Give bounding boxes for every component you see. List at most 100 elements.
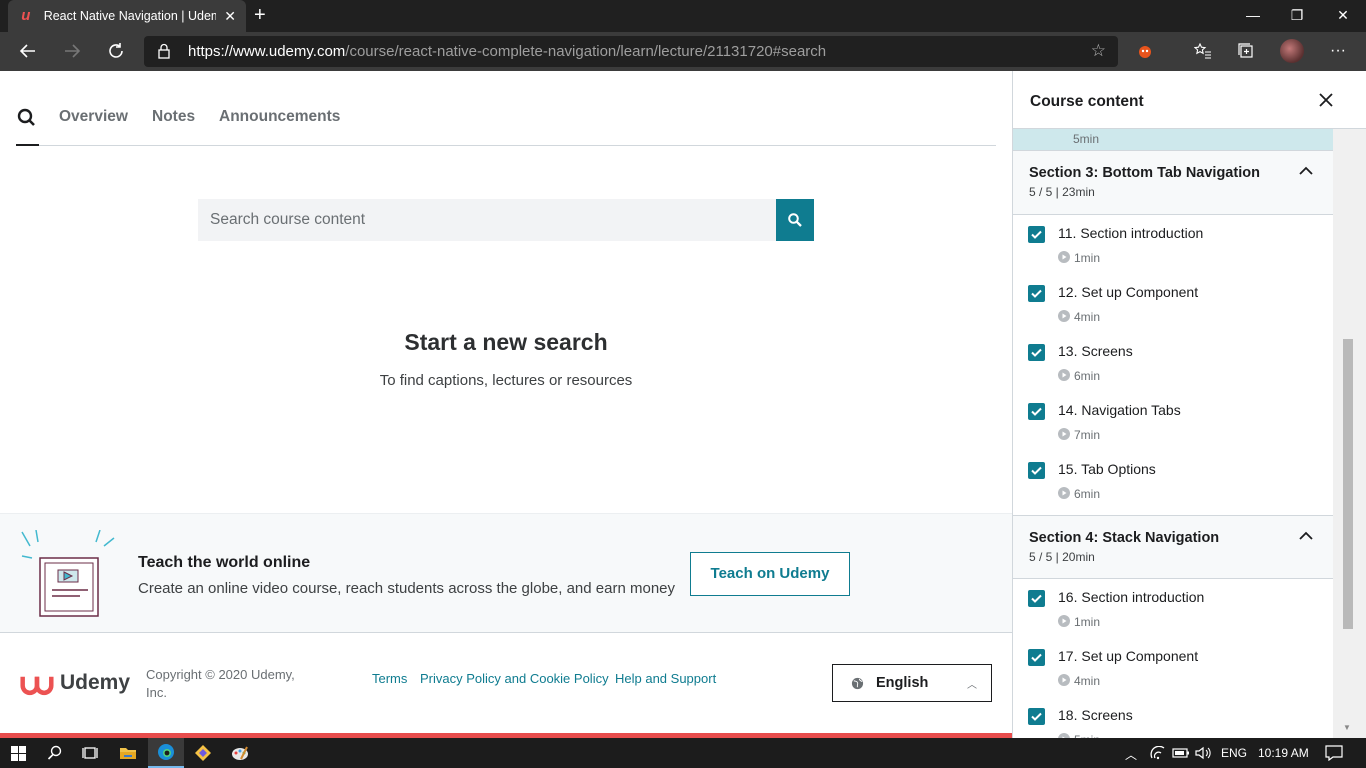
play-circle-icon xyxy=(1058,428,1070,440)
tab-overview[interactable]: Overview xyxy=(59,108,128,126)
teach-description: Create an online video course, reach stu… xyxy=(138,580,675,597)
favorite-star-icon[interactable]: ☆ xyxy=(1091,41,1106,61)
lecture-title: 16. Section introduction xyxy=(1058,589,1205,605)
extension-icon[interactable] xyxy=(1125,32,1165,71)
lecture-duration: 1min xyxy=(1074,251,1101,265)
refresh-button[interactable] xyxy=(94,32,138,71)
completed-checkbox[interactable] xyxy=(1028,462,1045,479)
lecture-duration: 6min xyxy=(1074,487,1101,501)
scroll-down-arrow-icon[interactable]: ▼ xyxy=(1343,723,1351,732)
close-icon[interactable] xyxy=(1317,91,1335,109)
tab-announcements[interactable]: Announcements xyxy=(219,108,340,126)
more-menu-icon[interactable]: ··· xyxy=(1318,32,1358,71)
favorites-icon[interactable] xyxy=(1183,32,1223,71)
lecture-item[interactable]: 15. Tab Options 6min xyxy=(1013,451,1333,510)
play-circle-icon xyxy=(1058,251,1070,263)
lecture-item[interactable]: 11. Section introduction 1min xyxy=(1013,215,1333,274)
input-language[interactable]: ENG xyxy=(1221,746,1247,760)
privacy-policy-link[interactable]: Privacy Policy and Cookie Policy xyxy=(420,671,609,686)
browser-tab[interactable]: u React Native Navigation | Udemy ✕ xyxy=(8,0,246,32)
edge-browser-icon[interactable] xyxy=(148,738,184,768)
course-search xyxy=(198,199,814,241)
wifi-icon[interactable] xyxy=(1150,746,1166,760)
empty-state-title: Start a new search xyxy=(404,329,608,355)
section-title: Section 4: Stack Navigation xyxy=(1029,530,1220,546)
lecture-duration: 7min xyxy=(1074,428,1101,442)
git-app-icon[interactable] xyxy=(185,738,221,768)
previous-lecture-strip[interactable]: 5min xyxy=(1013,129,1333,151)
system-clock[interactable]: 10:19 AM xyxy=(1258,746,1309,760)
taskbar-search-icon[interactable] xyxy=(37,738,73,768)
logo-text: Udemy xyxy=(59,671,130,694)
lecture-item[interactable]: 12. Set up Component 4min xyxy=(1013,274,1333,333)
section-header[interactable]: Section 4: Stack Navigation 5 / 5 | 20mi… xyxy=(1013,515,1333,579)
lecture-duration: 6min xyxy=(1074,369,1101,383)
file-explorer-icon[interactable] xyxy=(110,738,146,768)
lecture-title: 13. Screens xyxy=(1058,343,1133,359)
search-submit-button[interactable] xyxy=(776,199,814,241)
completed-checkbox[interactable] xyxy=(1028,285,1045,302)
volume-icon[interactable] xyxy=(1195,746,1211,760)
completed-checkbox[interactable] xyxy=(1028,403,1045,420)
teach-on-udemy-button[interactable]: Teach on Udemy xyxy=(690,552,850,596)
notifications-icon[interactable] xyxy=(1325,745,1343,761)
search-tab-icon[interactable] xyxy=(16,107,38,129)
completed-checkbox[interactable] xyxy=(1028,344,1045,361)
play-circle-icon xyxy=(1058,615,1070,627)
sidebar-scrollbar[interactable]: ▲ ▼ xyxy=(1333,71,1366,738)
lecture-duration: 4min xyxy=(1074,674,1101,688)
play-circle-icon xyxy=(1058,674,1070,686)
chevron-up-icon xyxy=(1299,531,1313,540)
active-tab-indicator xyxy=(16,144,39,146)
minimize-button[interactable]: — xyxy=(1230,0,1276,32)
scrollbar-thumb[interactable] xyxy=(1343,339,1353,629)
lecture-title: 18. Screens xyxy=(1058,707,1133,723)
battery-icon[interactable] xyxy=(1172,747,1190,759)
lecture-duration: 4min xyxy=(1074,310,1101,324)
address-bar[interactable]: https://www.udemy.com/course/react-nativ… xyxy=(144,36,1118,67)
completed-checkbox[interactable] xyxy=(1028,590,1045,607)
sidebar-title: Course content xyxy=(1030,93,1144,110)
play-circle-icon xyxy=(1058,487,1070,499)
lock-icon xyxy=(158,43,170,59)
section-meta: 5 / 5 | 23min xyxy=(1029,185,1095,199)
help-support-link[interactable]: Help and Support xyxy=(615,671,716,686)
course-tabs: Overview Notes Announcements xyxy=(16,71,996,146)
tab-notes[interactable]: Notes xyxy=(152,108,195,126)
close-window-button[interactable]: ✕ xyxy=(1320,0,1366,32)
maximize-button[interactable]: ❐ xyxy=(1274,0,1320,32)
prev-duration: 5min xyxy=(1073,132,1100,146)
lecture-item[interactable]: 18. Screens 5min xyxy=(1013,697,1333,738)
back-button[interactable] xyxy=(6,32,50,71)
udemy-logo[interactable]: Udemy xyxy=(20,667,130,699)
lecture-duration: 1min xyxy=(1074,615,1101,629)
completed-checkbox[interactable] xyxy=(1028,649,1045,666)
windows-start-icon[interactable] xyxy=(0,738,36,768)
search-input[interactable] xyxy=(198,199,776,241)
paint-app-icon[interactable] xyxy=(222,738,258,768)
completed-checkbox[interactable] xyxy=(1028,708,1045,725)
search-icon xyxy=(788,213,802,227)
new-tab-button[interactable]: + xyxy=(254,4,272,26)
language-selector[interactable]: English ︿ xyxy=(832,664,992,702)
url-text: https://www.udemy.com/course/react-nativ… xyxy=(188,43,827,60)
forward-button[interactable] xyxy=(50,32,94,71)
section-title: Section 3: Bottom Tab Navigation xyxy=(1029,165,1260,181)
profile-avatar[interactable] xyxy=(1280,39,1304,63)
chevron-up-icon xyxy=(1299,166,1313,175)
collections-icon[interactable] xyxy=(1226,32,1266,71)
lecture-item[interactable]: 17. Set up Component 4min xyxy=(1013,638,1333,697)
task-view-icon[interactable] xyxy=(72,738,108,768)
section-meta: 5 / 5 | 20min xyxy=(1029,550,1095,564)
main-content: Overview Notes Announcements Start a new… xyxy=(0,71,1012,733)
completed-checkbox[interactable] xyxy=(1028,226,1045,243)
lecture-item[interactable]: 16. Section introduction 1min xyxy=(1013,579,1333,638)
lecture-item[interactable]: 13. Screens 6min xyxy=(1013,333,1333,392)
section-header[interactable]: Section 3: Bottom Tab Navigation 5 / 5 |… xyxy=(1013,151,1333,215)
sidebar-scroll-area[interactable]: 5min Section 3: Bottom Tab Navigation 5 … xyxy=(1013,129,1333,738)
lecture-item[interactable]: 14. Navigation Tabs 7min xyxy=(1013,392,1333,451)
show-hidden-icons-chevron-icon[interactable]: ︿ xyxy=(1125,746,1137,763)
terms-link[interactable]: Terms xyxy=(372,671,407,686)
teach-title: Teach the world online xyxy=(138,554,311,571)
close-tab-icon[interactable]: ✕ xyxy=(224,8,236,25)
